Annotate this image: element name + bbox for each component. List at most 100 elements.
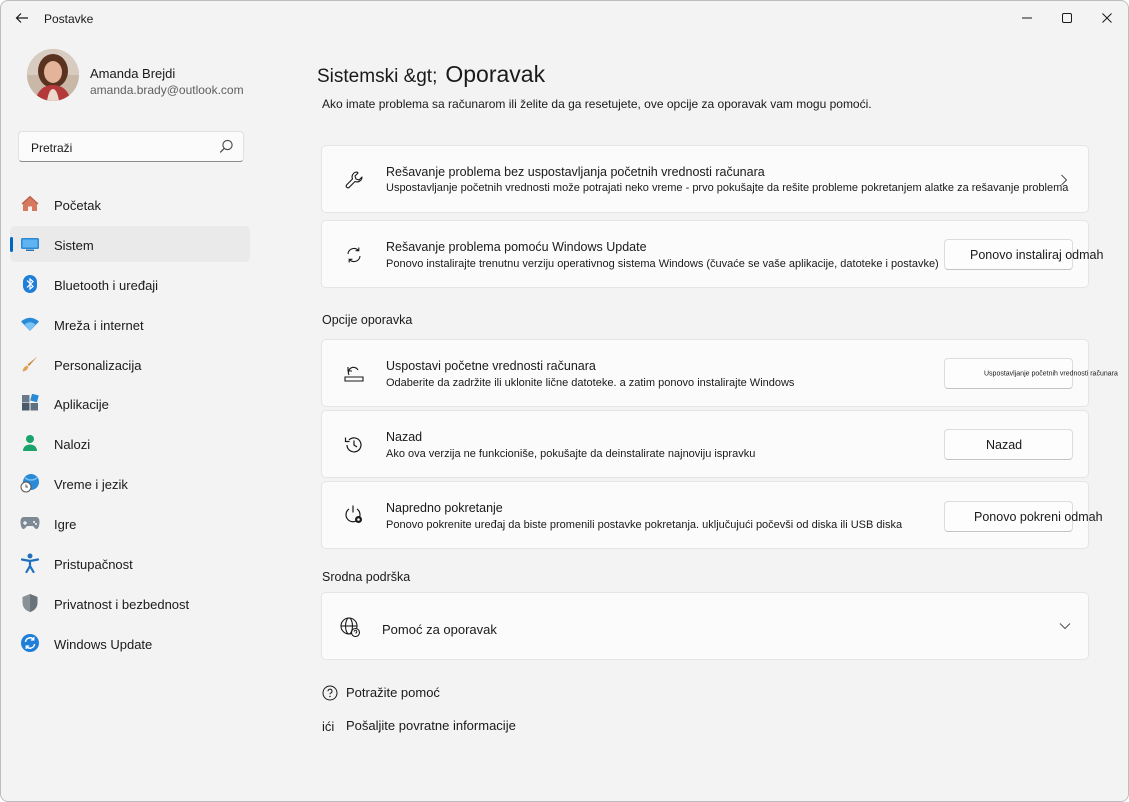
wifi-icon xyxy=(20,314,40,334)
chevron-right-icon xyxy=(1061,174,1068,186)
app-title: Postavke xyxy=(44,12,94,26)
accessibility-icon xyxy=(20,553,40,574)
reinstall-now-button[interactable]: Ponovo instaliraj odmah xyxy=(944,239,1103,270)
sidebar-item-personalization[interactable]: Personalizacija xyxy=(10,346,250,382)
section-related-support: Srodna podrška xyxy=(322,570,411,584)
button-label: Nazad xyxy=(986,437,1023,452)
bluetooth-icon xyxy=(20,274,40,294)
back-arrow-icon xyxy=(15,13,28,23)
globe-clock-icon xyxy=(20,473,40,493)
button-label: Ponovo instaliraj odmah xyxy=(970,247,1104,262)
sidebar-item-label: Igre xyxy=(54,517,77,533)
button-label: Uspostavljanje početnih vrednosti računa… xyxy=(984,370,1118,377)
sidebar-item-label: Pristupačnost xyxy=(54,557,133,573)
sidebar-item-label: Personalizacija xyxy=(54,357,142,373)
feedback-link[interactable]: ići Pošaljite povratne informacije xyxy=(322,716,516,736)
sidebar-item-network[interactable]: Mreža i internet xyxy=(10,306,250,342)
sidebar-item-windows-update[interactable]: Windows Update xyxy=(10,625,250,661)
sidebar-item-label: Nalozi xyxy=(54,437,91,453)
sidebar-item-label: Mreža i internet xyxy=(54,317,144,333)
recovery-help-card[interactable]: Pomoć za oporavak xyxy=(321,592,1089,660)
sidebar-item-label: Vreme i jezik xyxy=(54,477,128,493)
person-icon xyxy=(20,433,40,453)
minimize-icon xyxy=(1022,17,1032,19)
card-title: Rešavanje problema pomoću Windows Update xyxy=(386,240,647,254)
apps-icon xyxy=(20,393,40,413)
sidebar-item-gaming[interactable]: Igre xyxy=(10,505,250,541)
sidebar-item-bluetooth[interactable]: Bluetooth i uređaji xyxy=(10,266,250,302)
troubleshoot-card[interactable]: Rešavanje problema bez uspostavljanja po… xyxy=(321,145,1089,213)
power-gear-icon xyxy=(342,503,366,527)
active-indicator xyxy=(10,236,13,252)
sidebar-nav: Početak Sistem Bluetooth i uređaji Mreža… xyxy=(10,186,250,665)
avatar xyxy=(27,49,79,101)
profile-name: Amanda Brejdi xyxy=(90,66,176,81)
wrench-icon xyxy=(342,168,366,192)
sidebar-item-privacy[interactable]: Privatnost i bezbednost xyxy=(10,585,250,621)
reset-pc-card: Uspostavi početne vrednosti računara Oda… xyxy=(321,339,1118,407)
card-title: Rešavanje problema bez uspostavljanja po… xyxy=(386,165,765,179)
title-bar: Postavke xyxy=(1,1,1128,35)
get-help-link[interactable]: Potražite pomoć xyxy=(322,683,440,703)
sidebar-item-label: Početak xyxy=(54,198,101,213)
card-description: Ponovo instalirajte trenutnu verziju ope… xyxy=(386,258,939,270)
settings-window: Postavke Amanda Brejdi amanda.brady@outl… xyxy=(0,0,1129,802)
sidebar-item-label: Sistem xyxy=(54,237,94,253)
feedback-icon: ići xyxy=(322,718,335,734)
advanced-startup-card: Napredno pokretanje Ponovo pokrenite ure… xyxy=(321,481,1103,549)
card-description: Ponovo pokrenite uređaj da biste promeni… xyxy=(386,519,903,531)
reset-pc-icon xyxy=(342,362,366,386)
profile-email: amanda.brady@outlook.com xyxy=(90,83,244,97)
go-back-button[interactable]: Nazad xyxy=(944,429,1073,460)
windows-update-fix-card: Rešavanje problema pomoću Windows Update… xyxy=(321,220,1103,288)
search-input[interactable]: Pretraži xyxy=(31,141,72,155)
globe-help-icon xyxy=(338,615,362,639)
feedback-label: Pošaljite povratne informacije xyxy=(346,718,516,733)
get-help-label: Potražite pomoć xyxy=(346,685,440,700)
maximize-icon xyxy=(1062,13,1072,23)
card-description: Uspostavljanje početnih vrednosti može p… xyxy=(386,182,1069,194)
close-button[interactable] xyxy=(1087,5,1127,31)
search-icon[interactable] xyxy=(219,139,234,154)
button-label: Ponovo pokreni odmah xyxy=(974,509,1103,524)
sidebar-item-system[interactable]: Sistem xyxy=(10,225,250,262)
go-back-card: Nazad Ako ova verzija ne funkcioniše, po… xyxy=(321,410,1089,478)
card-description: Ako ova verzija ne funkcioniše, pokušajt… xyxy=(386,448,756,460)
card-title: Uspostavi početne vrednosti računara xyxy=(386,359,596,373)
chevron-down-icon[interactable] xyxy=(1059,622,1071,630)
sidebar-item-apps[interactable]: Aplikacije xyxy=(10,385,250,421)
sidebar-item-label: Aplikacije xyxy=(54,397,109,413)
history-icon xyxy=(342,433,366,457)
update-icon xyxy=(20,633,40,653)
breadcrumb-parent[interactable]: Sistemski &gt; xyxy=(317,66,437,87)
system-icon xyxy=(20,234,40,254)
search-box[interactable]: Pretraži xyxy=(18,131,244,162)
sidebar-item-label: Privatnost i bezbednost xyxy=(54,596,190,612)
sidebar-item-accounts[interactable]: Nalozi xyxy=(10,425,250,461)
page-subtitle: Ako imate problema sa računarom ili želi… xyxy=(322,97,872,111)
card-title: Pomoć za oporavak xyxy=(382,622,497,637)
home-icon xyxy=(20,194,40,214)
maximize-button[interactable] xyxy=(1047,5,1087,31)
sidebar-item-time-language[interactable]: Vreme i jezik xyxy=(10,465,250,501)
breadcrumb: Sistemski &gt; Oporavak xyxy=(317,61,545,88)
brush-icon xyxy=(20,354,40,374)
card-title: Nazad xyxy=(386,430,423,444)
sidebar-item-label: Bluetooth i uređaji xyxy=(54,277,159,293)
shield-icon xyxy=(20,593,40,613)
refresh-icon xyxy=(342,243,366,267)
sidebar-item-accessibility[interactable]: Pristupačnost xyxy=(10,545,250,581)
sidebar-item-label: Windows Update xyxy=(54,636,153,652)
section-recovery-options: Opcije oporavka xyxy=(322,313,413,327)
page-title: Oporavak xyxy=(445,61,546,87)
reset-pc-button[interactable]: Uspostavljanje početnih vrednosti računa… xyxy=(944,358,1118,389)
close-icon xyxy=(1102,13,1112,23)
sidebar-item-home[interactable]: Početak xyxy=(10,186,250,222)
help-icon xyxy=(322,685,338,701)
card-description: Odaberite da zadržite ili uklonite lične… xyxy=(386,377,795,389)
card-title: Napredno pokretanje xyxy=(386,501,503,515)
restart-now-button[interactable]: Ponovo pokreni odmah xyxy=(944,501,1103,532)
minimize-button[interactable] xyxy=(1007,5,1047,31)
back-button[interactable] xyxy=(9,5,35,31)
gamepad-icon xyxy=(20,513,40,533)
